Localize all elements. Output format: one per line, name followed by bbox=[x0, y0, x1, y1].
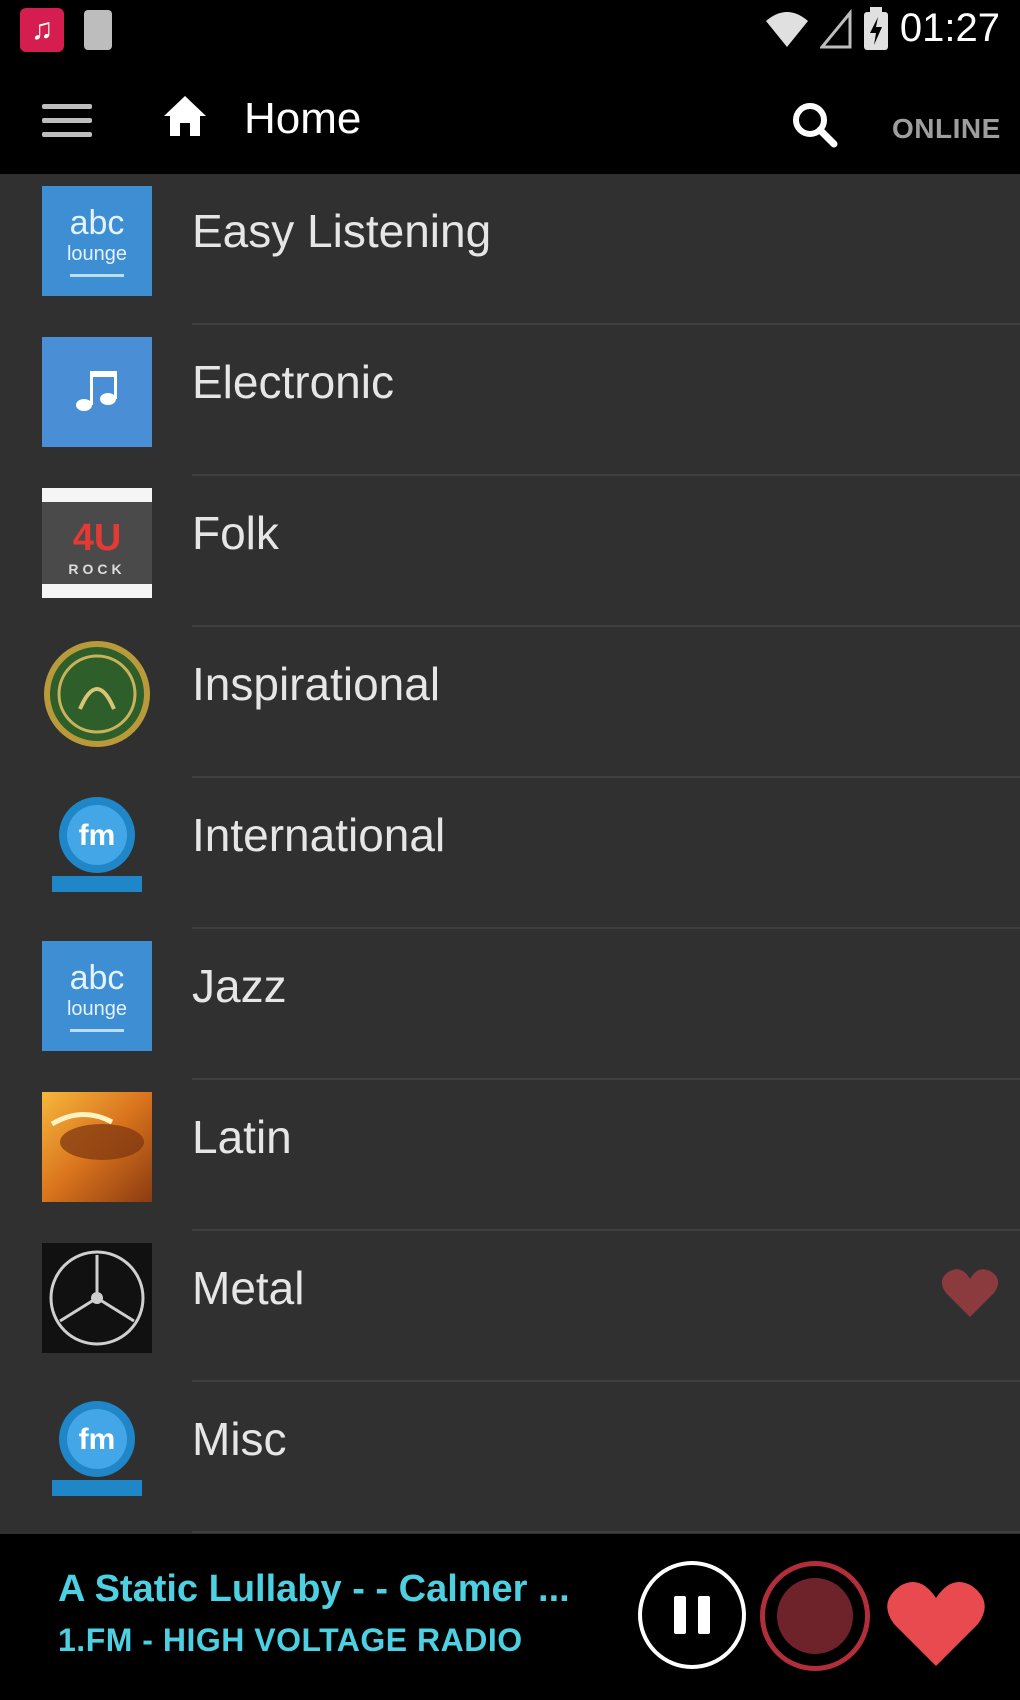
list-item[interactable]: Metal bbox=[0, 1231, 1020, 1382]
abc-lounge-radio-logo: abc lounge bbox=[42, 941, 152, 1051]
green-emblem-logo bbox=[44, 641, 150, 747]
genre-label: Folk bbox=[192, 507, 279, 559]
cell-signal-icon bbox=[819, 8, 852, 48]
list-item[interactable]: 4U ROCK Folk bbox=[0, 476, 1020, 627]
genre-label: Misc bbox=[192, 1413, 287, 1465]
pause-icon bbox=[674, 1596, 686, 1634]
list-item[interactable]: Electronic bbox=[0, 325, 1020, 476]
sim-card-icon bbox=[84, 10, 112, 50]
list-item[interactable]: Latin bbox=[0, 1080, 1020, 1231]
search-icon[interactable] bbox=[790, 100, 840, 150]
latin-station-logo bbox=[42, 1092, 152, 1202]
wifi-icon bbox=[765, 11, 808, 47]
fm-radio-logo: fm bbox=[42, 1394, 152, 1504]
abc-lounge-radio-logo: abc lounge bbox=[42, 186, 152, 296]
divider bbox=[192, 1531, 1020, 1533]
genre-label: Easy Listening bbox=[192, 205, 492, 257]
status-bar: ♫ 01:27 bbox=[0, 0, 1020, 62]
svg-text:4U: 4U bbox=[73, 517, 122, 559]
svg-text:abc: abc bbox=[70, 959, 125, 997]
svg-text:lounge: lounge bbox=[67, 243, 127, 265]
now-playing-title: A Static Lullaby - - Calmer ... bbox=[58, 1568, 570, 1610]
music-note-icon: ♫ bbox=[20, 8, 64, 52]
heart-icon[interactable] bbox=[940, 1267, 1000, 1319]
list-item[interactable]: abc lounge Jazz bbox=[0, 929, 1020, 1080]
fm-radio-logo: fm bbox=[42, 790, 152, 900]
list-item[interactable]: Inspirational bbox=[0, 627, 1020, 778]
genre-list: abc lounge Easy Listening Electronic 4U … bbox=[0, 174, 1020, 1534]
app-toolbar bbox=[0, 62, 1020, 174]
list-item[interactable]: fm International bbox=[0, 778, 1020, 929]
genre-label: Inspirational bbox=[192, 658, 441, 710]
list-item[interactable]: fm Misc bbox=[0, 1382, 1020, 1533]
genre-label: Metal bbox=[192, 1262, 305, 1314]
now-playing-bar[interactable]: A Static Lullaby - - Calmer ... 1.FM - H… bbox=[0, 1534, 1020, 1700]
record-button[interactable] bbox=[760, 1561, 870, 1671]
clock: 01:27 bbox=[899, 6, 1000, 50]
svg-text:abc: abc bbox=[70, 204, 125, 242]
online-tab[interactable]: ONLINE bbox=[892, 113, 1001, 145]
svg-text:lounge: lounge bbox=[67, 998, 127, 1020]
favorite-button[interactable] bbox=[884, 1578, 988, 1668]
now-playing-station: 1.FM - HIGH VOLTAGE RADIO bbox=[58, 1622, 523, 1658]
pause-button[interactable] bbox=[638, 1561, 746, 1669]
battery-charging-icon bbox=[863, 6, 888, 50]
list-item[interactable]: abc lounge Easy Listening bbox=[0, 174, 1020, 325]
svg-text:ROCK: ROCK bbox=[68, 561, 125, 577]
svg-text:fm: fm bbox=[79, 819, 116, 852]
page-title: Home bbox=[244, 94, 362, 143]
genre-label: International bbox=[192, 809, 446, 861]
music-note-icon bbox=[42, 337, 152, 447]
genre-label: Latin bbox=[192, 1111, 292, 1163]
genre-label: Electronic bbox=[192, 356, 394, 408]
genre-label: Jazz bbox=[192, 960, 287, 1012]
4u-rock-logo: 4U ROCK bbox=[42, 488, 152, 598]
record-icon bbox=[777, 1578, 853, 1654]
svg-text:fm: fm bbox=[79, 1423, 116, 1456]
hamburger-menu-icon[interactable] bbox=[42, 104, 92, 144]
metal-station-logo bbox=[42, 1243, 152, 1353]
home-icon bbox=[164, 96, 206, 136]
